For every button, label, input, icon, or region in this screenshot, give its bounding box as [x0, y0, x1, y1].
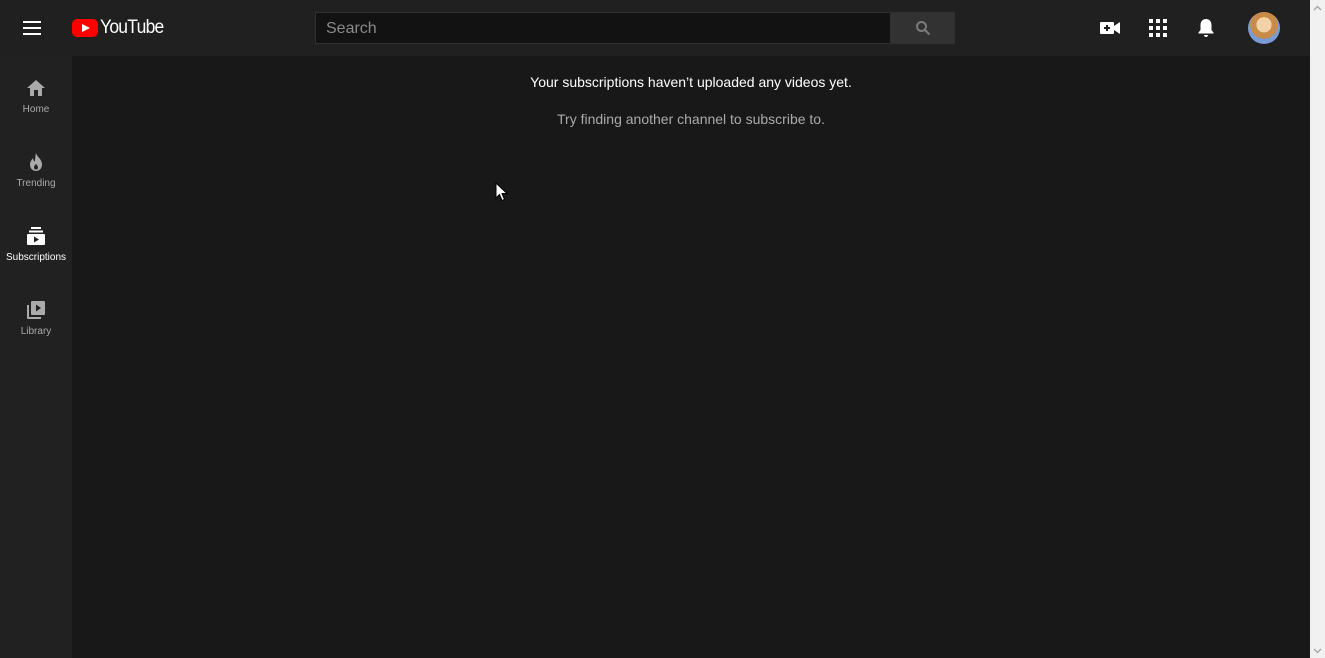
sidebar-item-library[interactable]: Library [0, 278, 72, 352]
sidebar-item-trending[interactable]: Trending [0, 130, 72, 204]
create-video-button[interactable] [1098, 16, 1122, 40]
notifications-button[interactable] [1194, 16, 1218, 40]
sidebar-item-label: Library [20, 326, 52, 337]
masthead-actions [1098, 16, 1242, 40]
apps-button[interactable] [1146, 16, 1170, 40]
empty-state-subtitle: Try finding another channel to subscribe… [557, 111, 825, 127]
scroll-up-arrow-icon[interactable] [1313, 3, 1322, 12]
sidebar-item-label: Home [22, 104, 50, 115]
flame-icon [24, 150, 48, 174]
scroll-down-arrow-icon[interactable] [1313, 646, 1322, 655]
empty-state-title: Your subscriptions haven’t uploaded any … [530, 74, 852, 90]
search-icon [915, 21, 930, 36]
mini-guide-sidebar: Home Trending Subscriptions Library [0, 56, 72, 658]
sidebar-item-label: Subscriptions [5, 252, 67, 263]
apps-grid-icon [1149, 19, 1167, 37]
library-icon [24, 298, 48, 322]
search-input[interactable] [315, 12, 891, 44]
account-avatar[interactable] [1248, 12, 1280, 44]
hamburger-menu-icon [23, 21, 41, 35]
youtube-logo[interactable]: YouTube [72, 16, 169, 40]
home-icon [24, 76, 48, 100]
masthead: YouTube [0, 0, 1310, 56]
search-button[interactable] [891, 12, 955, 44]
guide-menu-button[interactable] [20, 16, 44, 40]
sidebar-item-label: Trending [16, 178, 56, 189]
bell-icon [1198, 19, 1214, 37]
video-camera-add-icon [1100, 22, 1120, 34]
search-box [315, 12, 955, 44]
subscriptions-icon [24, 224, 48, 248]
sidebar-item-subscriptions[interactable]: Subscriptions [0, 204, 72, 278]
sidebar-item-home[interactable]: Home [0, 56, 72, 130]
vertical-scrollbar[interactable] [1310, 0, 1325, 658]
logo-text: YouTube [100, 17, 164, 38]
youtube-play-logo-icon [72, 19, 98, 37]
subscriptions-feed: Your subscriptions haven’t uploaded any … [72, 56, 1310, 658]
